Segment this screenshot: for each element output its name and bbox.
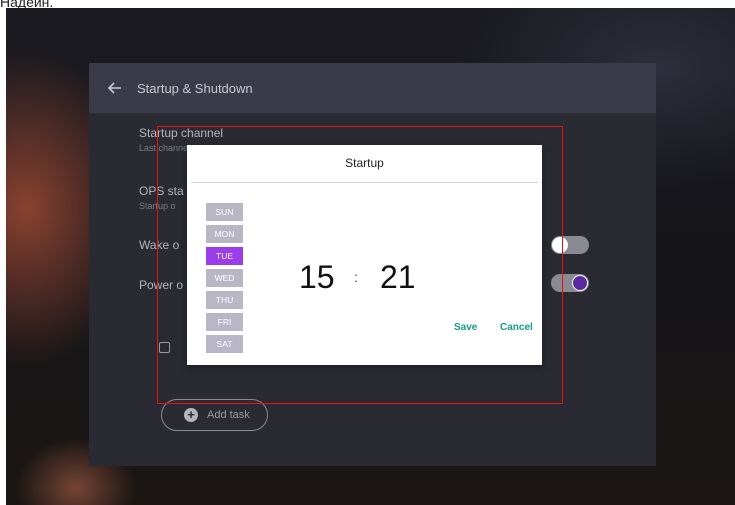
toggle-knob bbox=[572, 275, 588, 291]
add-task-label: Add task bbox=[207, 409, 250, 421]
day-mon[interactable]: MON bbox=[206, 225, 243, 243]
dialog-title: Startup bbox=[345, 156, 384, 170]
day-tue[interactable]: TUE bbox=[206, 247, 243, 265]
cancel-button[interactable]: Cancel bbox=[500, 322, 533, 333]
day-sun[interactable]: SUN bbox=[206, 203, 243, 221]
save-button[interactable]: Save bbox=[454, 322, 477, 333]
back-arrow-icon[interactable] bbox=[105, 78, 125, 98]
day-sat[interactable]: SAT bbox=[206, 335, 243, 353]
dialog-divider bbox=[191, 182, 538, 183]
day-wed[interactable]: WED bbox=[206, 269, 243, 287]
startup-dialog: Startup SUN MON TUE WED THU FRI SAT 15 :… bbox=[187, 145, 542, 365]
plus-icon: + bbox=[184, 408, 198, 422]
day-thu[interactable]: THU bbox=[206, 291, 243, 309]
page-title: Startup & Shutdown bbox=[137, 80, 253, 96]
time-separator: : bbox=[354, 269, 358, 285]
minute-picker[interactable]: 21 bbox=[380, 259, 416, 296]
day-fri[interactable]: FRI bbox=[206, 313, 243, 331]
panel-header: Startup & Shutdown bbox=[89, 63, 656, 113]
hour-picker[interactable]: 15 bbox=[299, 259, 335, 296]
